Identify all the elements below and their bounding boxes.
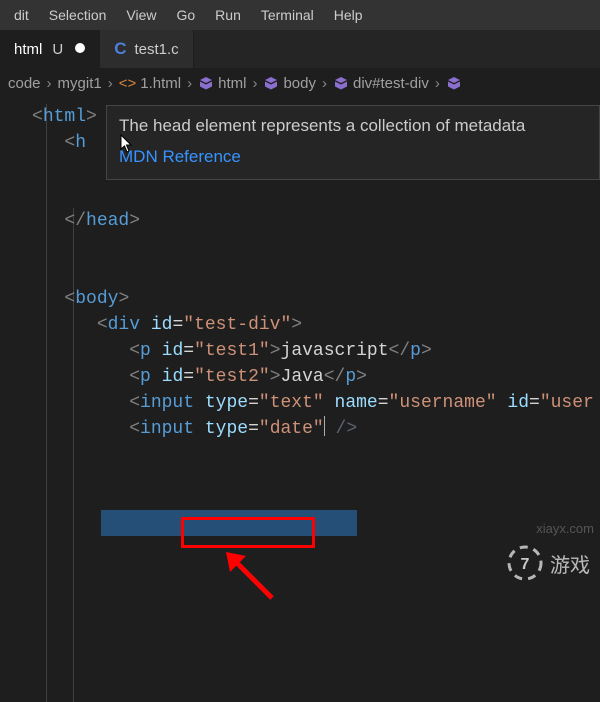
watermark-logo-icon: 7 <box>502 540 548 586</box>
tab-test1c[interactable]: C test1.c <box>100 30 193 68</box>
menu-edit[interactable]: dit <box>4 3 39 27</box>
code-line[interactable]: <div id="test-div"> <box>26 312 600 338</box>
menu-go[interactable]: Go <box>166 3 205 27</box>
code-line[interactable]: <p id="test2">Java</p> <box>26 364 600 390</box>
code-line[interactable] <box>26 234 600 260</box>
annotation-arrow-icon <box>220 546 290 616</box>
crumb-file[interactable]: <> 1.html› <box>119 75 198 92</box>
code-line[interactable]: <body> <box>26 286 600 312</box>
menubar: dit Selection View Go Run Terminal Help <box>0 0 600 30</box>
code-line[interactable]: <p id="test1">javascript</p> <box>26 338 600 364</box>
dirty-dot-icon <box>75 43 85 53</box>
crumb-more[interactable] <box>446 75 466 91</box>
file-code-icon: <> <box>119 75 137 92</box>
code-line[interactable]: <input type="text" name="username" id="u… <box>26 390 600 416</box>
crumb-code[interactable]: code› <box>8 75 58 92</box>
code-line[interactable] <box>26 260 600 286</box>
code-line[interactable] <box>26 182 600 208</box>
tab-label: test1.c <box>134 41 178 58</box>
cube-icon <box>333 75 349 91</box>
hover-tooltip: The head element represents a collection… <box>106 105 600 180</box>
breadcrumbs[interactable]: code› mygit1› <> 1.html› html› body› div… <box>0 68 600 98</box>
tab-label: html <box>14 41 42 58</box>
svg-text:7: 7 <box>521 556 530 573</box>
cube-icon <box>198 75 214 91</box>
c-file-icon: C <box>114 39 126 59</box>
menu-run[interactable]: Run <box>205 3 251 27</box>
tab-modified-indicator: U <box>52 41 63 58</box>
cube-icon <box>263 75 279 91</box>
selection-highlight <box>101 510 357 536</box>
crumb-mygit1[interactable]: mygit1› <box>58 75 119 92</box>
menu-view[interactable]: View <box>116 3 166 27</box>
hover-text: The head element represents a collection… <box>119 114 587 139</box>
watermark-brand: 7 游戏 <box>502 540 590 586</box>
code-line[interactable]: </head> <box>26 208 600 234</box>
watermark-url: xiayx.com <box>536 521 594 536</box>
crumb-html[interactable]: html› <box>198 75 263 92</box>
crumb-div[interactable]: div#test-div› <box>333 75 446 92</box>
cube-icon <box>446 75 462 91</box>
menu-help[interactable]: Help <box>324 3 373 27</box>
tab-bar: html U C test1.c <box>0 30 600 68</box>
menu-terminal[interactable]: Terminal <box>251 3 324 27</box>
mdn-reference-link[interactable]: MDN Reference <box>119 145 241 170</box>
code-line[interactable]: <input type="date" /> <box>26 416 600 442</box>
tab-html[interactable]: html U <box>0 30 100 68</box>
crumb-body[interactable]: body› <box>263 75 333 92</box>
menu-selection[interactable]: Selection <box>39 3 117 27</box>
text-cursor <box>324 416 325 436</box>
